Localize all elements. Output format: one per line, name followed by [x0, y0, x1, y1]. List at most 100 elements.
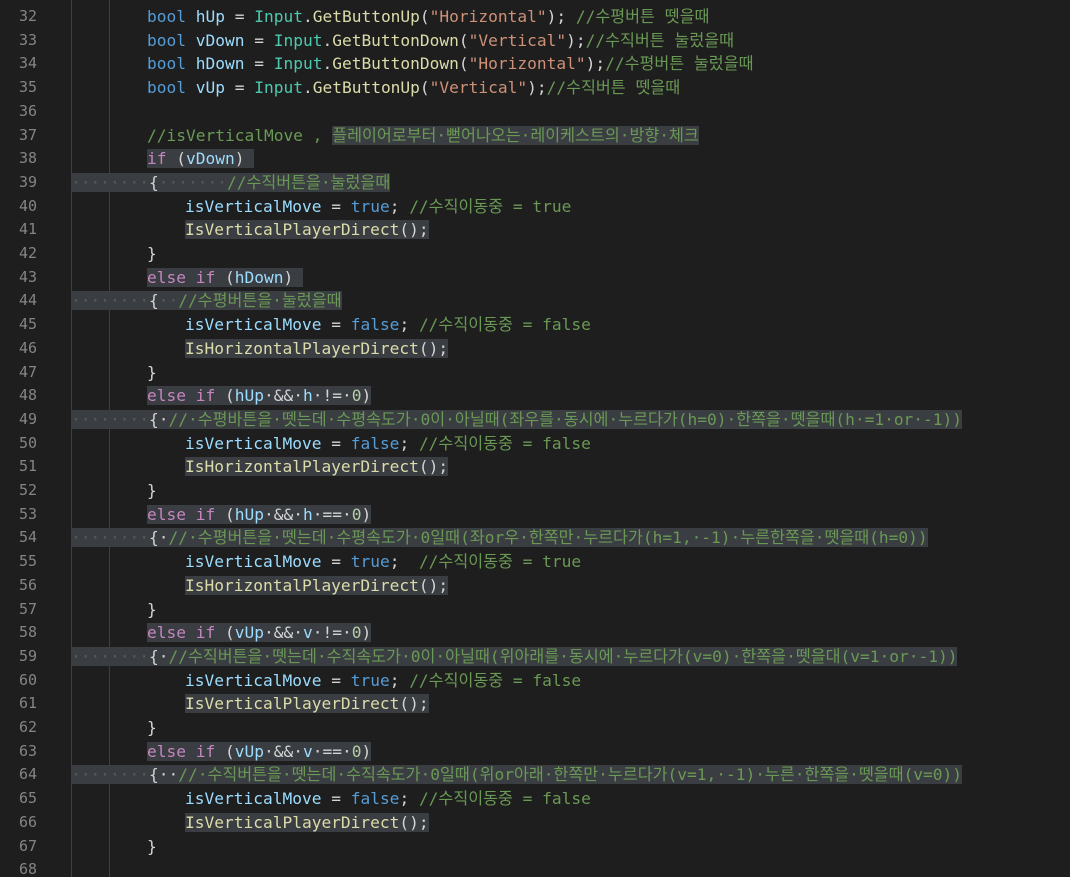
code-token: GetButtonDown — [332, 54, 459, 74]
code-line[interactable]: 62} — [0, 716, 1070, 740]
code-token: //·수평버튼을·뗏는데·수평속도가·0일때(좌or우·한쪽만·누르다가(h=1… — [168, 528, 928, 548]
line-number: 59 — [18, 646, 37, 665]
code-text: IsVerticalPlayerDirect(); — [185, 218, 429, 242]
code-token: //isVerticalMove , — [147, 125, 333, 145]
code-line[interactable]: 66 IsVerticalPlayerDirect(); — [0, 811, 1070, 835]
line-number: 52 — [18, 481, 37, 499]
code-token: ( — [215, 267, 235, 287]
code-token: if — [195, 386, 216, 406]
code-line[interactable]: 64 ········{··//·수직버튼을·뗏는데·수직속도가·0일때(위or아… — [0, 763, 1070, 787]
code-line[interactable]: 40 isVerticalMove = true; //수직이동중 = true — [0, 195, 1070, 219]
code-line[interactable]: 39 ········{·······//수직버튼을·눌렀을때 — [0, 171, 1070, 195]
line-number: 50 — [18, 433, 37, 452]
code-line[interactable]: 36 — [0, 100, 1070, 124]
code-text: isVerticalMove = true; //수직이동중 = true — [185, 550, 581, 574]
code-token: ········ — [71, 409, 149, 429]
code-token: //수직버튼을·뗏는데·수직속도가·0이·아닐때(위아래를·동시에·누르다가(v… — [168, 646, 958, 666]
code-line[interactable]: 61 IsVerticalPlayerDirect(); — [0, 692, 1070, 716]
line-number: 56 — [18, 575, 37, 594]
code-line[interactable]: 35 bool vUp = Input.GetButtonUp("Vertical… — [0, 76, 1070, 100]
code-line[interactable]: 51 IsHorizontalPlayerDirect(); — [0, 455, 1070, 479]
code-token: ·&&· — [263, 386, 303, 406]
code-token: ( — [458, 30, 469, 50]
line-number: 36 — [18, 101, 37, 120]
line-number: 38 — [18, 149, 37, 168]
code-line[interactable]: 49 ········{·//·수평바튼을·뗏는데·수평속도가·0이·아닐때(좌우… — [0, 408, 1070, 432]
code-line[interactable]: 53 else if (hUp·&&·h·==·0) — [0, 503, 1070, 527]
code-line[interactable]: 65 isVerticalMove = false; //수직이동중 = fals… — [0, 787, 1070, 811]
line-number: 43 — [18, 267, 37, 286]
code-token: IsHorizontalPlayerDirect — [185, 575, 419, 595]
code-line[interactable]: 47} — [0, 361, 1070, 385]
code-token: IsVerticalPlayerDirect — [185, 220, 400, 240]
code-text: IsHorizontalPlayerDirect(); — [185, 574, 449, 598]
code-line[interactable]: 46 IsHorizontalPlayerDirect(); — [0, 337, 1070, 361]
code-line[interactable]: 56 IsHorizontalPlayerDirect(); — [0, 574, 1070, 598]
code-token: Input — [273, 54, 323, 74]
code-text: else if (hDown) — [147, 266, 303, 290]
code-text: } — [147, 716, 157, 740]
code-token: if — [195, 504, 216, 524]
code-line[interactable]: 50 isVerticalMove = false; //수직이동중 = fals… — [0, 432, 1070, 456]
code-token: h — [302, 504, 313, 524]
code-line[interactable]: 55 isVerticalMove = true; //수직이동중 = true — [0, 550, 1070, 574]
code-token: v — [302, 623, 313, 643]
code-text: } — [147, 598, 157, 622]
code-token: GetButtonUp — [312, 78, 420, 98]
code-line[interactable]: 42} — [0, 242, 1070, 266]
code-token — [185, 504, 196, 524]
code-token: ·==· — [312, 504, 352, 524]
code-line[interactable]: 43 else if (hDown) — [0, 266, 1070, 290]
code-line[interactable]: 32 bool hUp = Input.GetButtonUp("Horizont… — [0, 5, 1070, 29]
code-line[interactable]: 58 else if (vUp·&&·v·!=·0) — [0, 621, 1070, 645]
line-number: 49 — [18, 409, 37, 428]
code-text: isVerticalMove = true; //수직이동중 = false — [185, 669, 581, 693]
code-line[interactable]: 38 if (vDown) — [0, 147, 1070, 171]
code-line[interactable]: 68 — [0, 858, 1070, 877]
code-text: ········{·······//수직버튼을·눌렀을때 — [71, 171, 391, 195]
line-number: 63 — [18, 741, 37, 760]
code-line[interactable]: 34 bool hDown = Input.GetButtonDown("Hori… — [0, 52, 1070, 76]
code-editor[interactable]: 32 bool hUp = Input.GetButtonUp("Horizont… — [0, 0, 1070, 877]
code-line[interactable]: 33 bool vDown = Input.GetButtonDown("Vert… — [0, 29, 1070, 53]
code-token: ); — [527, 78, 547, 98]
code-line[interactable]: 54 ········{·//·수평버튼을·뗏는데·수평속도가·0일때(좌or우·… — [0, 526, 1070, 550]
code-token: //수직이동중 = true — [409, 196, 572, 216]
code-line[interactable]: 41 IsVerticalPlayerDirect(); — [0, 218, 1070, 242]
code-line[interactable]: 45 isVerticalMove = false; //수직이동중 = fals… — [0, 313, 1070, 337]
code-token: = — [321, 315, 351, 335]
code-line[interactable]: 59 ········{·//수직버튼을·뗏는데·수직속도가·0이·아닐때(위아래… — [0, 645, 1070, 669]
code-line[interactable]: 48 else if (hUp·&&·h·!=·0) — [0, 384, 1070, 408]
code-text: } — [147, 479, 157, 503]
code-token: Input — [254, 7, 303, 26]
code-token: ········ — [71, 646, 149, 666]
code-line[interactable]: 63 else if (vUp·&&·v·==·0) — [0, 740, 1070, 764]
code-text: } — [147, 242, 157, 266]
code-text: ········{·//·수평바튼을·뗏는데·수평속도가·0이·아닐때(좌우를·… — [71, 408, 963, 432]
line-number: 47 — [18, 362, 37, 381]
code-token: //수직이동중 = false — [418, 433, 591, 453]
code-line[interactable]: 60 isVerticalMove = true; //수직이동중 = false — [0, 669, 1070, 693]
line-number: 33 — [18, 30, 37, 49]
code-line[interactable]: 37 //isVerticalMove , 플레이어로부터·뻗어나오는·레이케스트… — [0, 124, 1070, 148]
line-number: 54 — [18, 528, 37, 547]
code-token — [185, 623, 196, 643]
code-token: if — [195, 623, 216, 643]
code-line[interactable]: 52} — [0, 479, 1070, 503]
line-number: 67 — [18, 836, 37, 855]
code-text: else if (hUp·&&·h·!=·0) — [147, 384, 372, 408]
code-token: Input — [273, 30, 323, 50]
code-text: ········{·//·수평버튼을·뗏는데·수평속도가·0일때(좌or우·한쪽… — [71, 526, 928, 550]
code-token: } — [147, 244, 157, 263]
code-token: ( — [419, 78, 430, 98]
code-token: //수직이동중 = false — [418, 315, 591, 335]
code-token: IsVerticalPlayerDirect — [185, 694, 400, 714]
code-token: hDown — [195, 54, 245, 74]
code-line[interactable]: 57} — [0, 598, 1070, 622]
code-line[interactable]: 67} — [0, 835, 1070, 859]
line-number: 34 — [18, 54, 37, 73]
code-token: if — [195, 267, 216, 287]
code-line[interactable]: 44 ········{··//수평버튼을·눌렀을때 — [0, 289, 1070, 313]
code-token: (); — [399, 220, 429, 240]
